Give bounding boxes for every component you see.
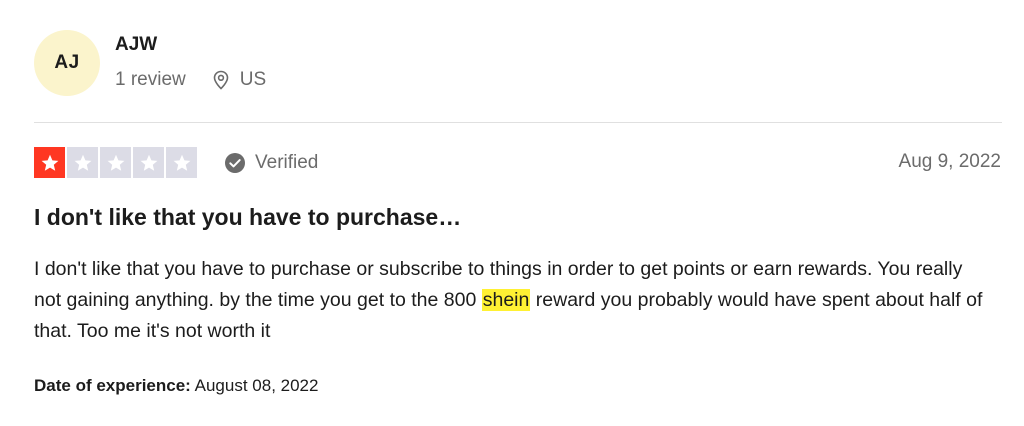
- star-filled-icon: [34, 147, 65, 178]
- consumer-country: US: [239, 69, 267, 90]
- avatar-initials: AJ: [54, 52, 80, 73]
- star-rating: [34, 147, 197, 178]
- location-pin-icon: [210, 69, 232, 91]
- review-body: I don't like that you have to purchase o…: [34, 254, 994, 347]
- star-empty-icon: [100, 147, 131, 178]
- highlighted-keyword: shein: [481, 289, 531, 311]
- review-title[interactable]: I don't like that you have to purchase…: [34, 204, 994, 231]
- verified-badge[interactable]: Verified: [224, 150, 318, 176]
- review-count: 1 review: [115, 69, 186, 90]
- verified-check-icon: [224, 152, 246, 174]
- experience-label: Date of experience:: [34, 376, 191, 395]
- consumer-name[interactable]: AJW: [115, 34, 157, 56]
- experience-date: August 08, 2022: [194, 376, 319, 395]
- date-of-experience: Date of experience: August 08, 2022: [34, 376, 318, 396]
- review-card: AJ AJW 1 review US Verified Aug 9, 2022 …: [0, 0, 1024, 426]
- consumer-meta: 1 review US: [115, 67, 266, 93]
- verified-label: Verified: [255, 152, 319, 173]
- star-empty-icon: [166, 147, 197, 178]
- star-empty-icon: [67, 147, 98, 178]
- avatar[interactable]: AJ: [34, 30, 100, 96]
- star-empty-icon: [133, 147, 164, 178]
- review-date: Aug 9, 2022: [898, 151, 1001, 172]
- divider: [34, 122, 1002, 123]
